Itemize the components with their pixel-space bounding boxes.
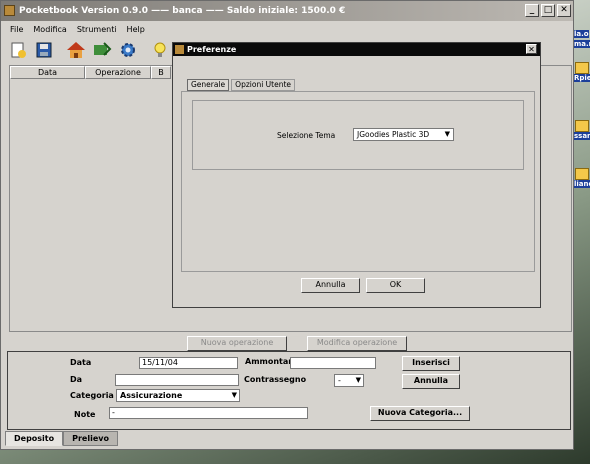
folder-icon bbox=[575, 168, 589, 180]
contrassegno-value: - bbox=[338, 376, 341, 385]
data-label: Data bbox=[70, 358, 92, 367]
tab-deposito[interactable]: Deposito bbox=[5, 431, 64, 446]
categoria-select[interactable]: Assicurazione ▼ bbox=[116, 389, 240, 402]
lightbulb-icon[interactable] bbox=[149, 39, 171, 61]
minimize-button[interactable]: _ bbox=[525, 4, 539, 17]
nuova-categoria-button[interactable]: Nuova Categoria... bbox=[370, 406, 470, 421]
window-title: Pocketbook Version 0.9.0 —— banca —— Sal… bbox=[19, 6, 346, 16]
new-doc-icon[interactable] bbox=[7, 39, 29, 61]
column-header-b[interactable]: B bbox=[151, 66, 171, 79]
menu-file[interactable]: File bbox=[5, 25, 28, 34]
menu-strumenti[interactable]: Strumenti bbox=[72, 25, 122, 34]
title-bar[interactable]: Pocketbook Version 0.9.0 —— banca —— Sal… bbox=[1, 1, 573, 21]
preferences-dialog: Preferenze ✕ Generale Opzioni Utente Sel… bbox=[172, 42, 541, 308]
close-icon[interactable]: ✕ bbox=[526, 44, 537, 54]
tab-prelievo[interactable]: Prelievo bbox=[63, 431, 118, 446]
dialog-title-bar[interactable]: Preferenze ✕ bbox=[173, 43, 540, 56]
column-header-data[interactable]: Data bbox=[10, 66, 85, 79]
transfer-icon[interactable] bbox=[91, 39, 113, 61]
theme-select[interactable]: JGoodies Plastic 3D ▼ bbox=[353, 128, 454, 141]
menu-bar: File Modifica Strumenti Help bbox=[1, 21, 573, 37]
da-field[interactable] bbox=[115, 374, 239, 386]
app-icon bbox=[4, 5, 15, 16]
theme-label: Selezione Tema bbox=[277, 131, 336, 140]
categoria-value: Assicurazione bbox=[120, 391, 183, 400]
operation-form: Data 15/11/04 Ammontare Inserisci Da Con… bbox=[7, 351, 571, 430]
settings-icon[interactable] bbox=[117, 39, 139, 61]
theme-value: JGoodies Plastic 3D bbox=[357, 130, 430, 139]
maximize-button[interactable]: □ bbox=[541, 4, 555, 17]
folder-icon bbox=[575, 62, 589, 74]
note-label: Note bbox=[74, 410, 96, 419]
app-icon bbox=[175, 45, 184, 54]
dialog-ok-button[interactable]: OK bbox=[366, 278, 425, 293]
contrassegno-label: Contrassegno bbox=[244, 375, 307, 384]
column-header-operazione[interactable]: Operazione bbox=[85, 66, 151, 79]
folder-icon bbox=[575, 120, 589, 132]
desktop-icon-5[interactable]: liand bbox=[574, 168, 590, 188]
desktop-icon-4[interactable]: ssar bbox=[574, 120, 590, 140]
close-button[interactable]: ✕ bbox=[557, 4, 571, 17]
categoria-label: Categoria bbox=[70, 391, 114, 400]
dialog-tabs: Generale Opzioni Utente bbox=[187, 79, 297, 91]
contrassegno-select[interactable]: - ▼ bbox=[334, 374, 364, 387]
home-icon[interactable] bbox=[65, 39, 87, 61]
ammontare-field[interactable] bbox=[290, 357, 376, 369]
dialog-tab-panel: Selezione Tema JGoodies Plastic 3D ▼ bbox=[181, 91, 535, 272]
chevron-down-icon: ▼ bbox=[231, 391, 237, 399]
da-label: Da bbox=[70, 375, 83, 384]
chevron-down-icon: ▼ bbox=[355, 376, 361, 384]
save-icon[interactable] bbox=[33, 39, 55, 61]
note-field[interactable]: - bbox=[109, 407, 308, 419]
theme-group: Selezione Tema JGoodies Plastic 3D ▼ bbox=[192, 100, 524, 170]
desktop-icon-label: la.o bbox=[574, 30, 589, 38]
data-field[interactable]: 15/11/04 bbox=[139, 357, 238, 369]
menu-help[interactable]: Help bbox=[122, 25, 150, 34]
annulla-button[interactable]: Annulla bbox=[402, 374, 460, 389]
inserisci-button[interactable]: Inserisci bbox=[402, 356, 460, 371]
menu-modifica[interactable]: Modifica bbox=[28, 25, 71, 34]
desktop-icon-label: Rpie bbox=[574, 74, 590, 82]
row-actions: Nuova operazione Modifica operazione bbox=[187, 336, 407, 351]
desktop-icon-3[interactable]: Rpie bbox=[574, 62, 590, 82]
edit-operation-button[interactable]: Modifica operazione bbox=[307, 336, 407, 351]
dialog-title: Preferenze bbox=[187, 45, 237, 54]
desktop-icon-label: ma.n bbox=[574, 40, 590, 48]
bottom-tabs: Deposito Prelievo bbox=[5, 431, 118, 446]
tab-opzioni-utente[interactable]: Opzioni Utente bbox=[231, 79, 296, 91]
new-operation-button[interactable]: Nuova operazione bbox=[187, 336, 287, 351]
desktop-icon-label: ssar bbox=[574, 132, 590, 140]
desktop-icon-label: liand bbox=[574, 180, 590, 188]
tab-generale[interactable]: Generale bbox=[187, 79, 230, 91]
chevron-down-icon: ▼ bbox=[444, 130, 450, 138]
dialog-cancel-button[interactable]: Annulla bbox=[301, 278, 360, 293]
